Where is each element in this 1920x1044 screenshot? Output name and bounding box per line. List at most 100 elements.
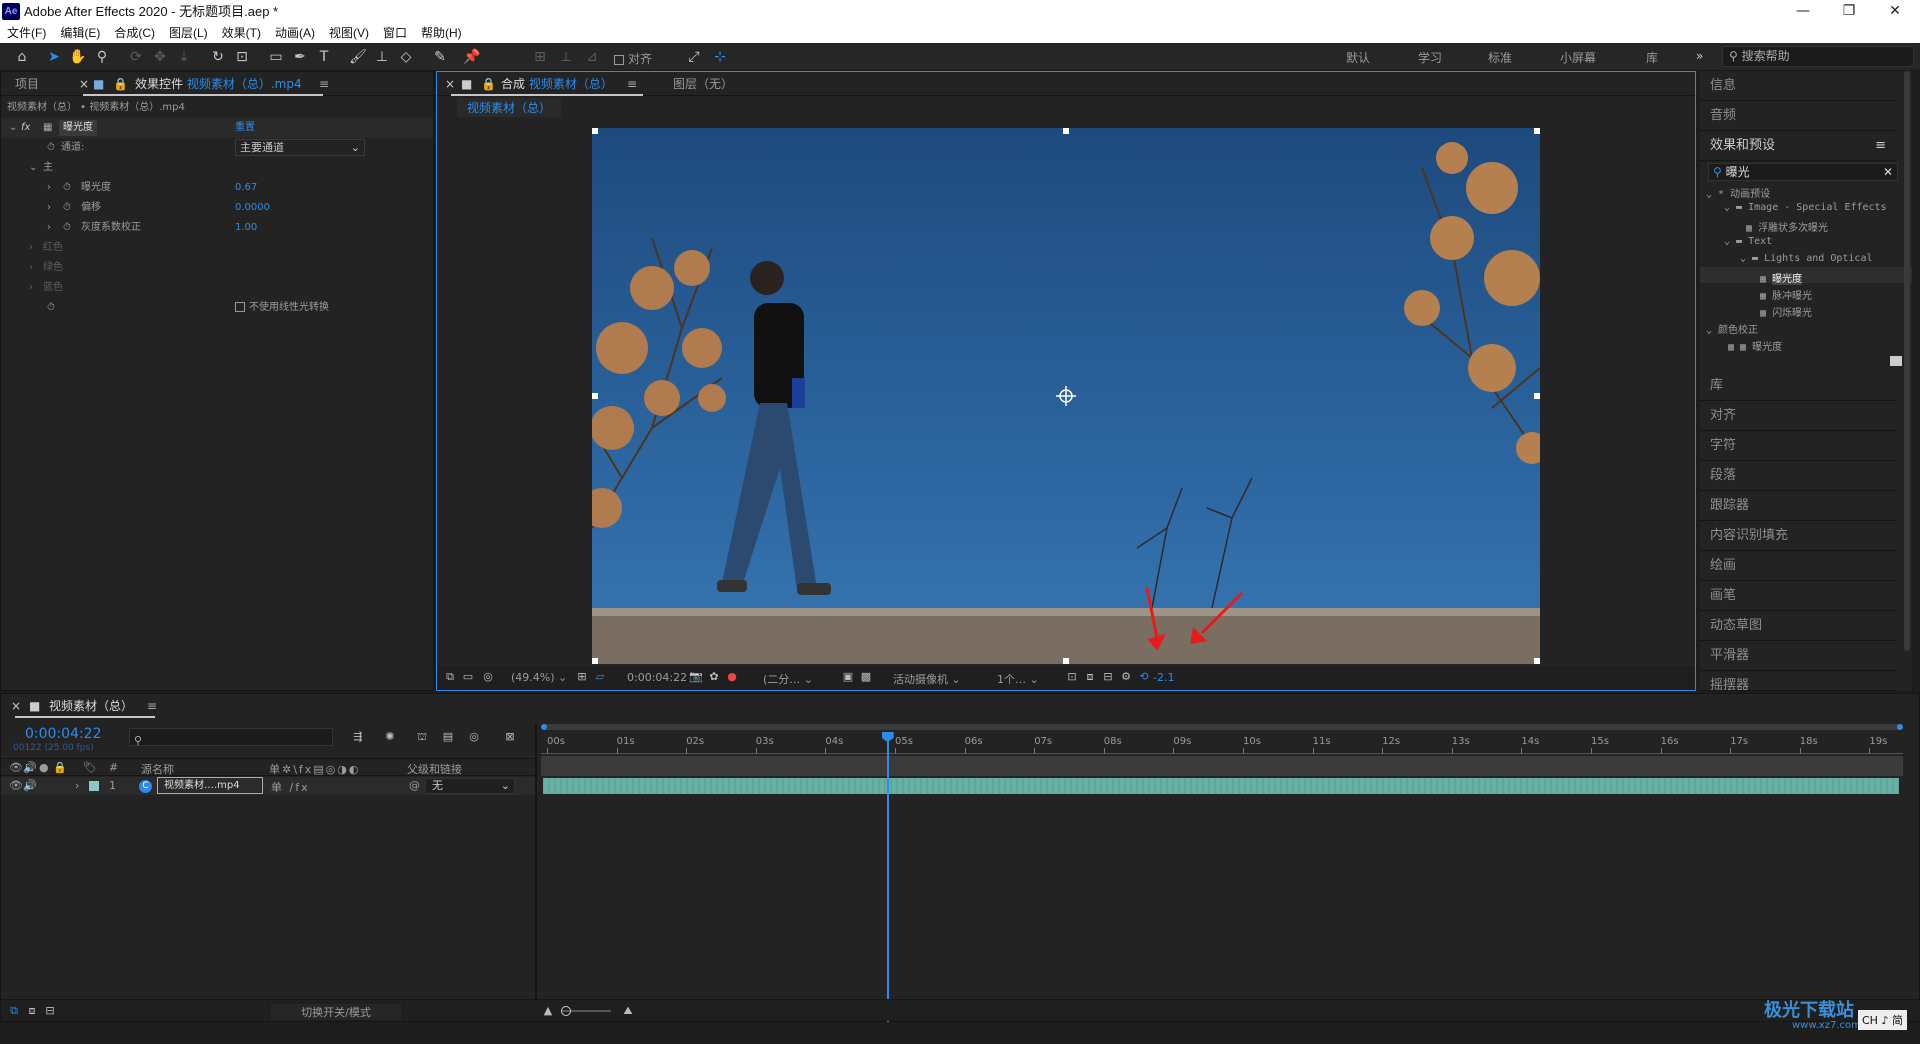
transparency-grid-icon[interactable]: ▩: [859, 670, 873, 684]
panel-paragraph[interactable]: 段落: [1700, 461, 1896, 491]
stopwatch-icon[interactable]: ⏱: [63, 218, 71, 238]
frame-blending-icon[interactable]: ▤: [441, 730, 455, 744]
tab-effect-controls[interactable]: 效果控件 视频素材（总）.mp4: [135, 72, 302, 96]
vr-icon[interactable]: ◎: [481, 670, 495, 684]
brush-tool-icon[interactable]: 🖌: [348, 47, 368, 67]
shy-layers-icon[interactable]: ⛫: [415, 730, 429, 744]
stamp-tool-icon[interactable]: ⊥: [372, 47, 392, 67]
chevron-down-icon[interactable]: ⌄: [9, 118, 17, 138]
fx-icon[interactable]: fx: [21, 118, 30, 138]
panel-paint[interactable]: 绘画: [1700, 551, 1896, 581]
chevron-right-icon[interactable]: ›: [29, 238, 33, 258]
puppet-tool-icon[interactable]: 📌: [462, 47, 482, 67]
tab-layer[interactable]: 图层（无）: [673, 72, 733, 96]
chevron-right-icon[interactable]: ›: [29, 258, 33, 278]
lock-icon[interactable]: 🔒: [481, 72, 496, 96]
label-color-icon[interactable]: [89, 781, 99, 791]
linear-light-checkbox[interactable]: 不使用线性光转换: [235, 298, 329, 318]
snap-feature-icon[interactable]: ⤢: [684, 47, 704, 67]
effects-tree-item[interactable]: ▦ 闪烁曝光: [1760, 304, 1812, 319]
pen-tool-icon[interactable]: ✒: [290, 47, 310, 67]
effects-tree-item[interactable]: ⌄ ▬ Lights and Optical: [1740, 253, 1872, 264]
panel-brushes[interactable]: 画笔: [1700, 581, 1896, 611]
panel-smoother[interactable]: 平滑器: [1700, 641, 1896, 671]
workspace-standard[interactable]: 标准: [1488, 49, 1512, 66]
chevron-right-icon[interactable]: ›: [47, 178, 51, 198]
snap-toggle[interactable]: 对齐: [614, 50, 652, 67]
anchor-tool-icon[interactable]: ⊡: [232, 47, 252, 67]
param-value-offset[interactable]: 0.0000: [235, 198, 270, 218]
fast-preview-icon[interactable]: ⧈: [1083, 670, 1097, 684]
ime-indicator[interactable]: CH ♪ 简: [1858, 1010, 1907, 1030]
preview-icon[interactable]: ⧉: [443, 670, 457, 684]
effects-tree-item[interactable]: ⌄ ▬ Image - Special Effects: [1724, 202, 1887, 213]
reset-link[interactable]: 重置: [235, 118, 255, 138]
lock-icon[interactable]: 🔒: [53, 761, 67, 774]
help-search-input[interactable]: ⚲ 搜索帮助: [1722, 46, 1914, 67]
chevron-down-icon[interactable]: ⌄: [29, 158, 37, 178]
panel-align[interactable]: 对齐: [1700, 401, 1896, 431]
panel-wiggler[interactable]: 摇摆器: [1700, 671, 1896, 691]
effects-tree-item[interactable]: ▦ 脉冲曝光: [1760, 287, 1812, 302]
camera-snapshot-icon[interactable]: 📷: [689, 670, 703, 684]
panel-character[interactable]: 字符: [1700, 431, 1896, 461]
workspace-more-icon[interactable]: »: [1696, 49, 1703, 63]
stopwatch-icon[interactable]: ⏱: [63, 178, 71, 198]
menu-window[interactable]: 窗口: [376, 23, 414, 43]
flowchart-icon[interactable]: ⚙: [1119, 670, 1133, 684]
tab-close-icon[interactable]: ×: [11, 694, 21, 718]
menu-composition[interactable]: 合成(C): [107, 23, 162, 43]
menu-file[interactable]: 文件(F): [0, 23, 53, 43]
close-icon[interactable]: ✕: [1872, 0, 1918, 23]
menu-view[interactable]: 视图(V): [322, 23, 376, 43]
orbit-camera-icon[interactable]: ⟳: [126, 47, 146, 67]
restore-icon[interactable]: ❐: [1826, 0, 1872, 23]
panel-motion-sketch[interactable]: 动态草图: [1700, 611, 1896, 641]
motion-blur-icon[interactable]: ◎: [467, 730, 481, 744]
effects-tree-item-selected[interactable]: ▦ 曝光度: [1760, 270, 1803, 285]
workspace-small-screen[interactable]: 小屏幕: [1560, 49, 1596, 66]
effects-tree-item[interactable]: ⌄ ▬ Text: [1724, 236, 1772, 247]
home-icon[interactable]: ⌂: [12, 47, 32, 67]
expand-icon[interactable]: ⧈: [25, 1004, 39, 1018]
monitor-icon[interactable]: ▭: [461, 670, 475, 684]
camera-dropdown[interactable]: 活动摄像机 ⌄: [893, 671, 961, 687]
param-value-gamma[interactable]: 1.00: [235, 218, 257, 238]
clear-search-icon[interactable]: ✕: [1883, 164, 1893, 180]
exposure-value[interactable]: -2.1: [1153, 671, 1174, 684]
snap-grid-icon[interactable]: ⊹: [710, 47, 730, 67]
layer-duration-bar[interactable]: [543, 778, 1899, 794]
graph-editor-icon[interactable]: ⊠: [503, 730, 517, 744]
color-channels-icon[interactable]: ●: [725, 670, 739, 684]
source-name-header[interactable]: 源名称: [141, 761, 174, 777]
audio-icon[interactable]: 🔊: [23, 779, 37, 792]
work-area-end-handle[interactable]: [1897, 724, 1903, 730]
axis-view-icon[interactable]: ⊿: [582, 47, 602, 67]
eraser-tool-icon[interactable]: ◇: [396, 47, 416, 67]
chevron-right-icon[interactable]: ›: [75, 779, 79, 792]
effects-search-input[interactable]: ⚲ 曝光 ✕: [1708, 163, 1898, 181]
chevron-right-icon[interactable]: ›: [29, 278, 33, 298]
group-green[interactable]: › 绿色: [1, 258, 433, 278]
tab-close-icon[interactable]: ×: [445, 72, 455, 96]
panel-effects-presets[interactable]: 效果和预设 ≡: [1700, 131, 1896, 161]
pane-divider[interactable]: [535, 724, 537, 1024]
menu-layer[interactable]: 图层(L): [162, 23, 215, 43]
solo-icon[interactable]: ●: [39, 761, 49, 774]
comp-frame[interactable]: [592, 128, 1540, 664]
axis-local-icon[interactable]: ⊞: [530, 47, 550, 67]
safe-zone-icon[interactable]: ▱: [593, 670, 607, 684]
effect-header-row[interactable]: ⌄ fx ▦ 曝光度 重置: [1, 118, 433, 138]
channel-dropdown[interactable]: 主要通道 ⌄: [235, 139, 365, 156]
group-blue[interactable]: › 蓝色: [1, 278, 433, 298]
layer-search-input[interactable]: ⚲: [129, 728, 333, 747]
chevron-right-icon[interactable]: ›: [47, 198, 51, 218]
new-bin-icon[interactable]: [1890, 356, 1902, 366]
views-dropdown[interactable]: 1个… ⌄: [997, 671, 1039, 687]
effects-tree-item[interactable]: ⌄ 颜色校正: [1706, 321, 1758, 336]
draft-3d-icon[interactable]: ✺: [383, 730, 397, 744]
roto-brush-icon[interactable]: ✎: [430, 47, 450, 67]
chevron-right-icon[interactable]: ›: [47, 218, 51, 238]
menu-help[interactable]: 帮助(H): [414, 23, 469, 43]
parent-dropdown[interactable]: 无 ⌄: [425, 778, 515, 794]
